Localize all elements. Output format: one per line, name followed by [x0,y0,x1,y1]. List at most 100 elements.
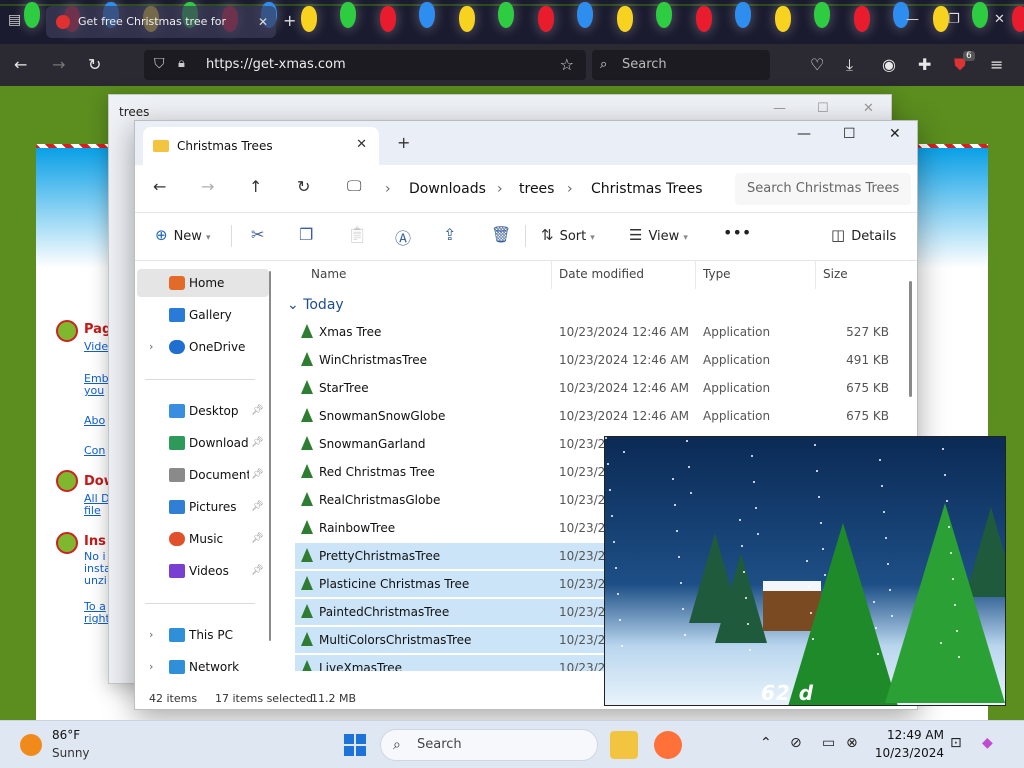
site-link[interactable]: file [84,504,101,517]
column-header-type[interactable]: Type [703,267,731,281]
close-tab-icon[interactable]: ✕ [258,6,268,38]
nav-item-network[interactable]: › Network [137,653,269,681]
menu-icon[interactable]: ≡ [990,55,1003,75]
nav-item-videos[interactable]: Videos 📌︎ [137,557,269,585]
chevron-right-icon[interactable]: › [149,653,153,681]
nav-item-gallery[interactable]: Gallery [137,301,269,329]
chevron-right-icon[interactable]: › [149,621,153,649]
maximize-icon[interactable]: ☐ [817,101,829,116]
copy-icon[interactable]: ❐ [299,225,313,244]
background-tab-title[interactable]: trees [119,105,149,119]
breadcrumb-christmas-trees[interactable]: Christmas Trees [591,175,703,203]
column-header-date[interactable]: Date modified [559,267,644,281]
nav-item-downloads[interactable]: Download 📌︎ [137,429,269,457]
more-options-icon[interactable]: ••• [723,223,751,242]
lock-icon[interactable]: 🔒︎ [178,56,185,71]
downloads-icon[interactable]: ⤓ [846,55,853,75]
pocket-icon[interactable]: ♡ [810,55,824,75]
start-button[interactable] [344,734,366,756]
column-divider[interactable] [695,261,696,289]
extensions-icon[interactable]: ✚ [918,55,931,75]
new-tab-button[interactable]: + [397,133,410,152]
notification-icon[interactable]: ⊡ [950,735,962,751]
group-header-today[interactable]: ⌄ Today [287,297,344,313]
nav-item-home[interactable]: Home [137,269,269,297]
minimize-icon[interactable]: — [906,12,919,27]
view-button[interactable]: ☰ View ▾ [629,226,688,244]
rename-icon[interactable]: Ⓐ [395,225,411,249]
pin-icon[interactable]: 📌︎ [251,493,264,521]
up-icon[interactable]: ↑ [249,177,262,196]
minimize-icon[interactable]: — [773,101,786,116]
restore-icon[interactable]: ❐ [948,12,960,27]
browser-tab-active[interactable]: Get free Christmas tree for ✕ [46,6,276,38]
close-tab-icon[interactable]: ✕ [356,137,367,152]
display-icon[interactable]: ▭ [822,735,835,751]
site-link[interactable]: Vide [84,340,108,353]
column-header-name[interactable]: Name [311,267,346,281]
sort-button[interactable]: ⇅ Sort ▾ [541,226,595,244]
file-list-scrollbar[interactable] [909,281,912,397]
reload-icon[interactable]: ↻ [88,55,101,75]
chevron-right-icon[interactable]: › [149,333,153,361]
back-icon[interactable]: ← [153,177,166,196]
close-icon[interactable]: ✕ [889,126,901,142]
close-icon[interactable]: ✕ [863,101,874,116]
url-text[interactable]: https://get-xmas.com [206,57,346,72]
site-link[interactable]: Abo [84,414,105,427]
table-row[interactable]: WinChristmasTree 10/23/2024 12:46 AM Appli… [295,347,895,373]
network-icon[interactable]: ⊘ [790,735,802,751]
pin-icon[interactable]: 📌︎ [251,429,264,457]
site-link[interactable]: Con [84,444,105,457]
pin-icon[interactable]: 📌︎ [251,461,264,489]
nav-item-this-pc[interactable]: › This PC [137,621,269,649]
nav-item-music[interactable]: Music 📌︎ [137,525,269,553]
clock-time[interactable]: 12:49 AM [874,728,944,742]
account-icon[interactable]: ◉ [882,55,896,75]
clock-date[interactable]: 10/23/2024 [864,746,944,760]
paste-icon[interactable]: 📋︎ [347,225,367,244]
table-row[interactable]: StarTree 10/23/2024 12:46 AM Application 67… [295,375,895,401]
bookmark-star-icon[interactable]: ☆ [560,55,574,74]
this-pc-icon[interactable]: 🖵︎ [347,177,361,195]
explorer-search-input[interactable]: Search Christmas Trees [735,173,911,205]
tracking-shield-icon[interactable]: ⛉ [154,56,165,72]
nav-item-documents[interactable]: Document 📌︎ [137,461,269,489]
site-link[interactable]: right [84,612,110,625]
column-divider[interactable] [815,261,816,289]
close-window-icon[interactable]: ✕ [994,12,1005,27]
firefox-app-icon[interactable] [654,731,682,759]
back-icon[interactable]: ← [14,55,27,75]
show-hidden-icons-chevron-icon[interactable]: ⌃ [760,735,772,751]
details-button[interactable]: ◫ Details [831,226,896,244]
pin-icon[interactable]: 📌︎ [251,525,264,553]
taskbar-search[interactable]: ⌕ Search [380,729,598,761]
table-row[interactable]: Xmas Tree 10/23/2024 12:46 AM Application 5… [295,319,895,345]
weather-temperature[interactable]: 86°F [52,728,80,742]
sun-icon[interactable] [20,734,42,756]
breadcrumb-downloads[interactable]: Downloads [409,175,486,203]
weather-condition[interactable]: Sunny [52,746,90,760]
forward-icon[interactable]: → [52,55,65,75]
table-row[interactable]: SnowmanSnowGlobe 10/23/2024 12:46 AM Appli… [295,403,895,429]
delete-icon[interactable]: 🗑︎ [491,225,511,244]
new-tab-button[interactable]: + [283,11,296,30]
cut-icon[interactable]: ✂ [251,225,264,244]
browser-search-input[interactable]: ⌕ Search [592,50,770,80]
refresh-icon[interactable]: ↻ [297,177,310,196]
share-icon[interactable]: ⇪ [443,225,456,244]
nav-item-pictures[interactable]: Pictures 📌︎ [137,493,269,521]
explorer-tab[interactable]: Christmas Trees ✕ [143,127,379,165]
forward-icon[interactable]: → [201,177,214,196]
nav-item-desktop[interactable]: Desktop 📌︎ [137,397,269,425]
minimize-icon[interactable]: — [797,126,811,142]
nav-item-onedrive[interactable]: › OneDrive [137,333,269,361]
breadcrumb-trees[interactable]: trees [519,175,554,203]
new-button[interactable]: ⊕ New ▾ [155,226,210,244]
file-explorer-app-icon[interactable] [610,731,638,759]
site-link[interactable]: you [84,384,104,397]
pin-icon[interactable]: 📌︎ [251,397,264,425]
volume-muted-icon[interactable]: ⊗ [846,735,858,751]
column-header-size[interactable]: Size [823,267,848,281]
nav-scrollbar[interactable] [269,271,271,641]
